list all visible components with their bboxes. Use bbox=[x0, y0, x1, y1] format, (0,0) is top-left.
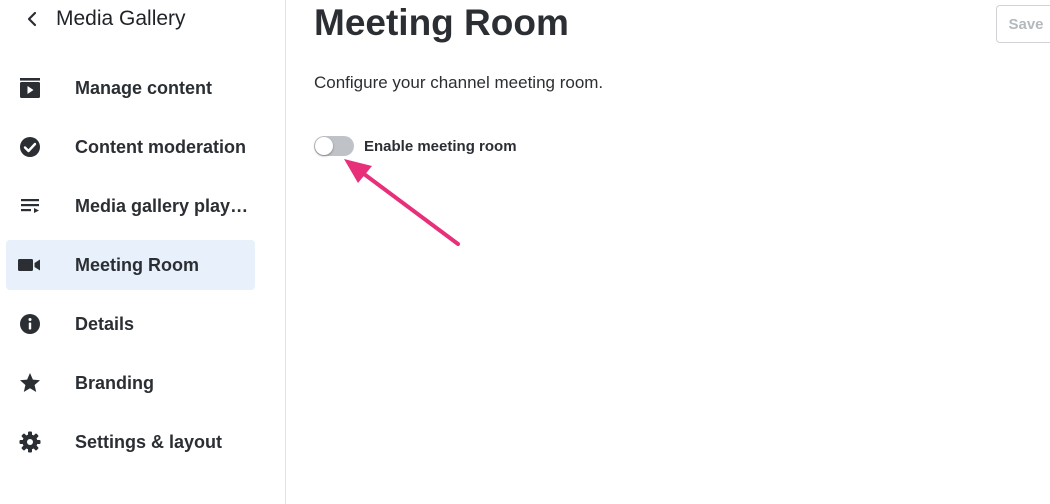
page-description: Configure your channel meeting room. bbox=[314, 73, 604, 92]
sidebar: Media Gallery Manage content Content mod… bbox=[0, 0, 286, 504]
sidebar-item-label: Branding bbox=[75, 372, 154, 393]
sidebar-item-settings-layout[interactable]: Settings & layout bbox=[6, 417, 255, 467]
sidebar-header: Media Gallery bbox=[22, 5, 186, 33]
sidebar-item-branding[interactable]: Branding bbox=[6, 358, 255, 408]
sidebar-item-meeting-room[interactable]: Meeting Room bbox=[6, 240, 255, 290]
toggle-knob bbox=[315, 137, 333, 155]
playlist-icon bbox=[17, 193, 43, 219]
chevron-left-icon[interactable] bbox=[22, 9, 42, 29]
info-icon bbox=[17, 311, 43, 337]
sidebar-item-label: Manage content bbox=[75, 77, 213, 98]
enable-meeting-room-label: Enable meeting room bbox=[364, 137, 517, 155]
sidebar-title: Media Gallery bbox=[56, 7, 186, 30]
sidebar-item-label: Media gallery play… bbox=[75, 195, 249, 216]
sidebar-item-label: Settings & layout bbox=[75, 431, 223, 452]
sidebar-item-label: Meeting Room bbox=[75, 254, 199, 275]
video-camera-icon bbox=[17, 252, 43, 278]
enable-meeting-room-toggle[interactable] bbox=[314, 136, 354, 156]
sidebar-item-media-gallery-playlists[interactable]: Media gallery play… bbox=[6, 181, 255, 231]
check-circle-icon bbox=[17, 134, 43, 160]
sidebar-item-details[interactable]: Details bbox=[6, 299, 255, 349]
star-icon bbox=[17, 370, 43, 396]
video-library-icon bbox=[17, 75, 43, 101]
gear-icon bbox=[17, 429, 43, 455]
save-button[interactable]: Save bbox=[996, 5, 1050, 43]
sidebar-item-content-moderation[interactable]: Content moderation bbox=[6, 122, 255, 172]
sidebar-nav: Manage content Content moderation Media … bbox=[6, 63, 255, 476]
sidebar-item-manage-content[interactable]: Manage content bbox=[6, 63, 255, 113]
main-content: Meeting Room Save Configure your channel… bbox=[286, 0, 1050, 504]
enable-meeting-room-row: Enable meeting room bbox=[314, 136, 517, 156]
sidebar-item-label: Content moderation bbox=[75, 136, 246, 157]
sidebar-item-label: Details bbox=[75, 313, 135, 334]
page-title: Meeting Room bbox=[314, 2, 569, 43]
